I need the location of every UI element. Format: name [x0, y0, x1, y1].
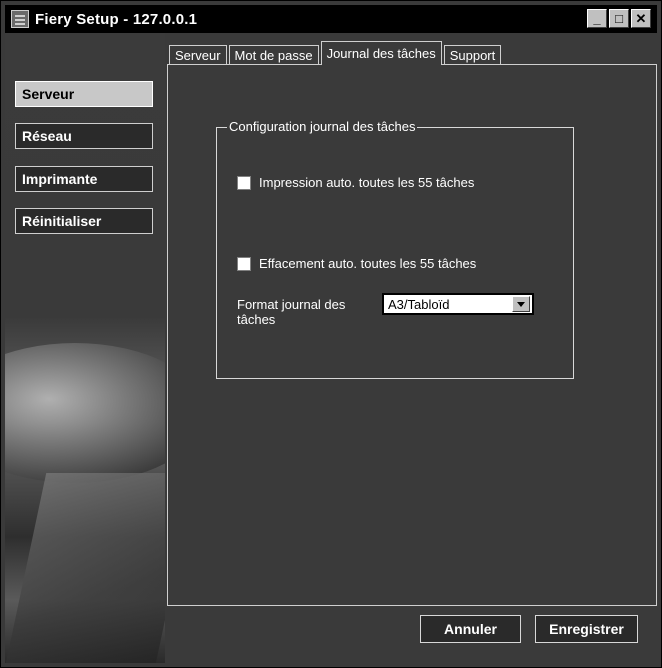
maximize-icon[interactable]: □: [609, 9, 629, 28]
format-select-value: A3/Tabloïd: [388, 296, 450, 312]
title-bar[interactable]: Fiery Setup - 127.0.0.1 _ □ ✕: [5, 5, 657, 33]
auto-clear-checkbox[interactable]: [237, 256, 251, 271]
sidebar-decoration: [5, 343, 165, 483]
auto-print-label: Impression auto. toutes les 55 tâches: [259, 175, 475, 190]
tab-mot-de-passe[interactable]: Mot de passe: [228, 45, 319, 65]
sidebar-item-reseau[interactable]: Réseau: [15, 123, 153, 149]
format-label: Format journal des tâches: [237, 297, 346, 327]
job-log-config-group: [216, 127, 574, 379]
fiery-setup-window: Fiery Setup - 127.0.0.1 _ □ ✕ Serveur Ré…: [0, 0, 662, 668]
close-icon[interactable]: ✕: [631, 9, 651, 28]
cancel-button[interactable]: Annuler: [420, 615, 521, 643]
window-title: Fiery Setup - 127.0.0.1: [35, 10, 198, 28]
auto-clear-label: Effacement auto. toutes les 55 tâches: [259, 256, 477, 271]
chevron-down-icon[interactable]: [512, 296, 530, 312]
sidebar-decoration: [5, 473, 165, 663]
auto-print-checkbox[interactable]: [237, 175, 251, 190]
window-controls: _ □ ✕: [587, 9, 651, 28]
minimize-icon[interactable]: _: [587, 9, 607, 28]
tab-journal-des-taches[interactable]: Journal des tâches: [320, 41, 442, 65]
tab-support[interactable]: Support: [443, 45, 502, 65]
tab-bar: Serveur Mot de passe Journal des tâches …: [169, 41, 503, 65]
sidebar-item-reinitialiser[interactable]: Réinitialiser: [15, 208, 153, 234]
tab-serveur[interactable]: Serveur: [169, 45, 227, 65]
sidebar-item-imprimante[interactable]: Imprimante: [15, 166, 153, 192]
group-title: Configuration journal des tâches: [227, 119, 418, 134]
auto-print-row[interactable]: Impression auto. toutes les 55 tâches: [237, 175, 474, 190]
auto-clear-row[interactable]: Effacement auto. toutes les 55 tâches: [237, 256, 476, 271]
format-select[interactable]: A3/Tabloïd: [382, 293, 534, 315]
sidebar-item-serveur[interactable]: Serveur: [15, 81, 153, 107]
save-button[interactable]: Enregistrer: [535, 615, 638, 643]
app-icon: [11, 10, 29, 28]
